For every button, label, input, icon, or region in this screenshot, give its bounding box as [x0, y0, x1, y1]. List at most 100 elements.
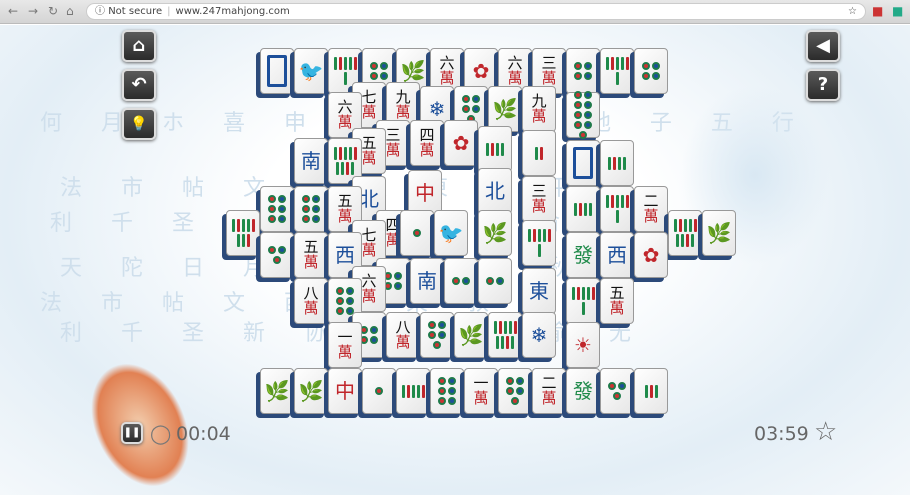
tile-face: 🌿 [478, 210, 512, 256]
mahjong-tile[interactable] [562, 48, 600, 98]
mahjong-tile[interactable] [474, 258, 512, 308]
mahjong-tile[interactable]: 北 [474, 168, 512, 218]
tile-face: ✿ [634, 232, 668, 278]
mahjong-tile[interactable] [256, 48, 294, 98]
circle-suit-icon [482, 277, 508, 285]
tile-face [400, 210, 434, 256]
mahjong-tile[interactable]: 🌿 [290, 368, 328, 418]
mahjong-tile[interactable] [256, 232, 294, 282]
tile-face: 中 [328, 368, 362, 414]
mahjong-tile[interactable] [518, 130, 556, 180]
circle-suit-icon [434, 377, 460, 405]
bamboo-suit-icon [230, 219, 256, 247]
sound-button[interactable]: ◀ [806, 30, 840, 62]
mahjong-tile[interactable] [518, 220, 556, 270]
mahjong-tile[interactable]: 南 [290, 138, 328, 188]
tile-face: 🐦 [294, 48, 328, 94]
back-icon[interactable]: ← [8, 4, 18, 18]
hint-button[interactable]: 💡 [122, 108, 156, 140]
mahjong-tile[interactable]: 一萬 [324, 322, 362, 372]
wind-glyph: 東 [529, 279, 549, 303]
mahjong-tile[interactable] [630, 48, 668, 98]
reload-icon[interactable]: ↻ [48, 4, 58, 18]
mahjong-tile[interactable] [474, 126, 512, 176]
mahjong-tile[interactable] [596, 48, 634, 98]
mahjong-tile[interactable]: 九萬 [518, 86, 556, 136]
mahjong-tile[interactable]: 發 [562, 232, 600, 282]
mahjong-tile[interactable] [440, 258, 478, 308]
mahjong-tile[interactable] [562, 140, 600, 190]
mahjong-tile[interactable]: 東 [518, 268, 556, 318]
plant-icon: 🌿 [458, 323, 484, 347]
mahjong-tile[interactable] [358, 368, 396, 418]
mahjong-tile[interactable] [494, 368, 532, 418]
pause-button[interactable]: ❚❚ [121, 422, 143, 444]
bamboo-suit-icon [604, 195, 630, 223]
mahjong-tile[interactable]: 中 [324, 368, 362, 418]
tile-face: ✿ [444, 120, 478, 166]
character-suit: 萬 [361, 149, 377, 167]
mahjong-tile[interactable]: ☀ [562, 322, 600, 372]
character-suit: 萬 [361, 241, 377, 259]
home-button[interactable]: ⌂ [122, 30, 156, 62]
mahjong-tile[interactable]: 五萬 [290, 232, 328, 282]
mahjong-tile[interactable] [596, 186, 634, 236]
tile-face: 一萬 [328, 322, 362, 368]
undo-button[interactable]: ↶ [122, 69, 156, 101]
mahjong-tile[interactable] [416, 312, 454, 362]
mahjong-tile[interactable]: 發 [562, 368, 600, 418]
mahjong-tile[interactable] [484, 312, 522, 362]
tile-face [566, 278, 600, 324]
mahjong-tile[interactable]: 🌿 [450, 312, 488, 362]
mahjong-tile[interactable] [256, 186, 294, 236]
mahjong-tile[interactable]: 二萬 [630, 186, 668, 236]
mahjong-tile[interactable]: 四萬 [406, 120, 444, 170]
mahjong-tile[interactable] [562, 91, 600, 142]
mahjong-tile[interactable]: ✿ [630, 232, 668, 282]
mahjong-tile[interactable]: 🐦 [430, 210, 468, 260]
tile-face: 四萬 [410, 120, 444, 166]
mahjong-tile[interactable] [222, 210, 260, 260]
mahjong-tile[interactable]: 南 [406, 258, 444, 308]
mahjong-tile[interactable] [630, 368, 668, 418]
wind-glyph: 南 [417, 269, 437, 293]
star-icon[interactable]: ☆ [848, 4, 857, 19]
help-button[interactable]: ? [806, 69, 840, 101]
address-bar[interactable]: ⓘ Not secure | www.247mahjong.com ☆ [86, 3, 866, 20]
mahjong-tile[interactable] [396, 210, 434, 260]
mahjong-tile[interactable]: 西 [596, 232, 634, 282]
mahjong-tile[interactable] [664, 210, 702, 260]
extension-icon[interactable]: ■ [892, 4, 903, 18]
mahjong-tile[interactable] [596, 368, 634, 418]
mahjong-tile[interactable]: 一萬 [460, 368, 498, 418]
circle-suit-icon [264, 246, 290, 264]
mahjong-tile[interactable]: 🐦 [290, 48, 328, 98]
mahjong-tile[interactable]: 🌿 [256, 368, 294, 418]
star-icon[interactable]: ☆ [814, 417, 837, 447]
browser-toolbar: ← → ↻ ⌂ ⓘ Not secure | www.247mahjong.com ☆… [0, 0, 910, 24]
tile-face [260, 186, 294, 232]
mahjong-tile[interactable] [562, 186, 600, 236]
mahjong-tile[interactable] [290, 186, 328, 236]
mahjong-tile[interactable]: 二萬 [528, 368, 566, 418]
mahjong-tile[interactable]: ❄ [518, 312, 556, 362]
mahjong-tile[interactable] [596, 140, 634, 190]
tile-face: 發 [566, 232, 600, 278]
extension-icon[interactable]: ■ [872, 4, 883, 18]
mahjong-tile[interactable]: 八萬 [382, 312, 420, 362]
mahjong-tile[interactable]: ✿ [440, 120, 478, 170]
mahjong-tile[interactable]: 八萬 [290, 278, 328, 328]
home-icon[interactable]: ⌂ [66, 4, 74, 18]
mahjong-tile[interactable] [562, 278, 600, 328]
tile-face: ❄ [522, 312, 556, 358]
plant-icon: 🌿 [298, 379, 324, 403]
mahjong-tile[interactable]: 🌿 [474, 210, 512, 260]
mahjong-tile[interactable] [426, 368, 464, 418]
mahjong-tile[interactable] [392, 368, 430, 418]
mahjong-tile[interactable]: 三萬 [518, 176, 556, 226]
game-area: 何 月 ホ 喜 申 世 秋 生 苗 地 子 五 行 法 市 帖 文 西 夏 東 … [0, 25, 910, 495]
forward-icon[interactable]: → [28, 4, 38, 18]
mahjong-tile[interactable]: 五萬 [596, 278, 634, 328]
tile-face [226, 210, 260, 256]
mahjong-tile[interactable]: 🌿 [698, 210, 736, 260]
